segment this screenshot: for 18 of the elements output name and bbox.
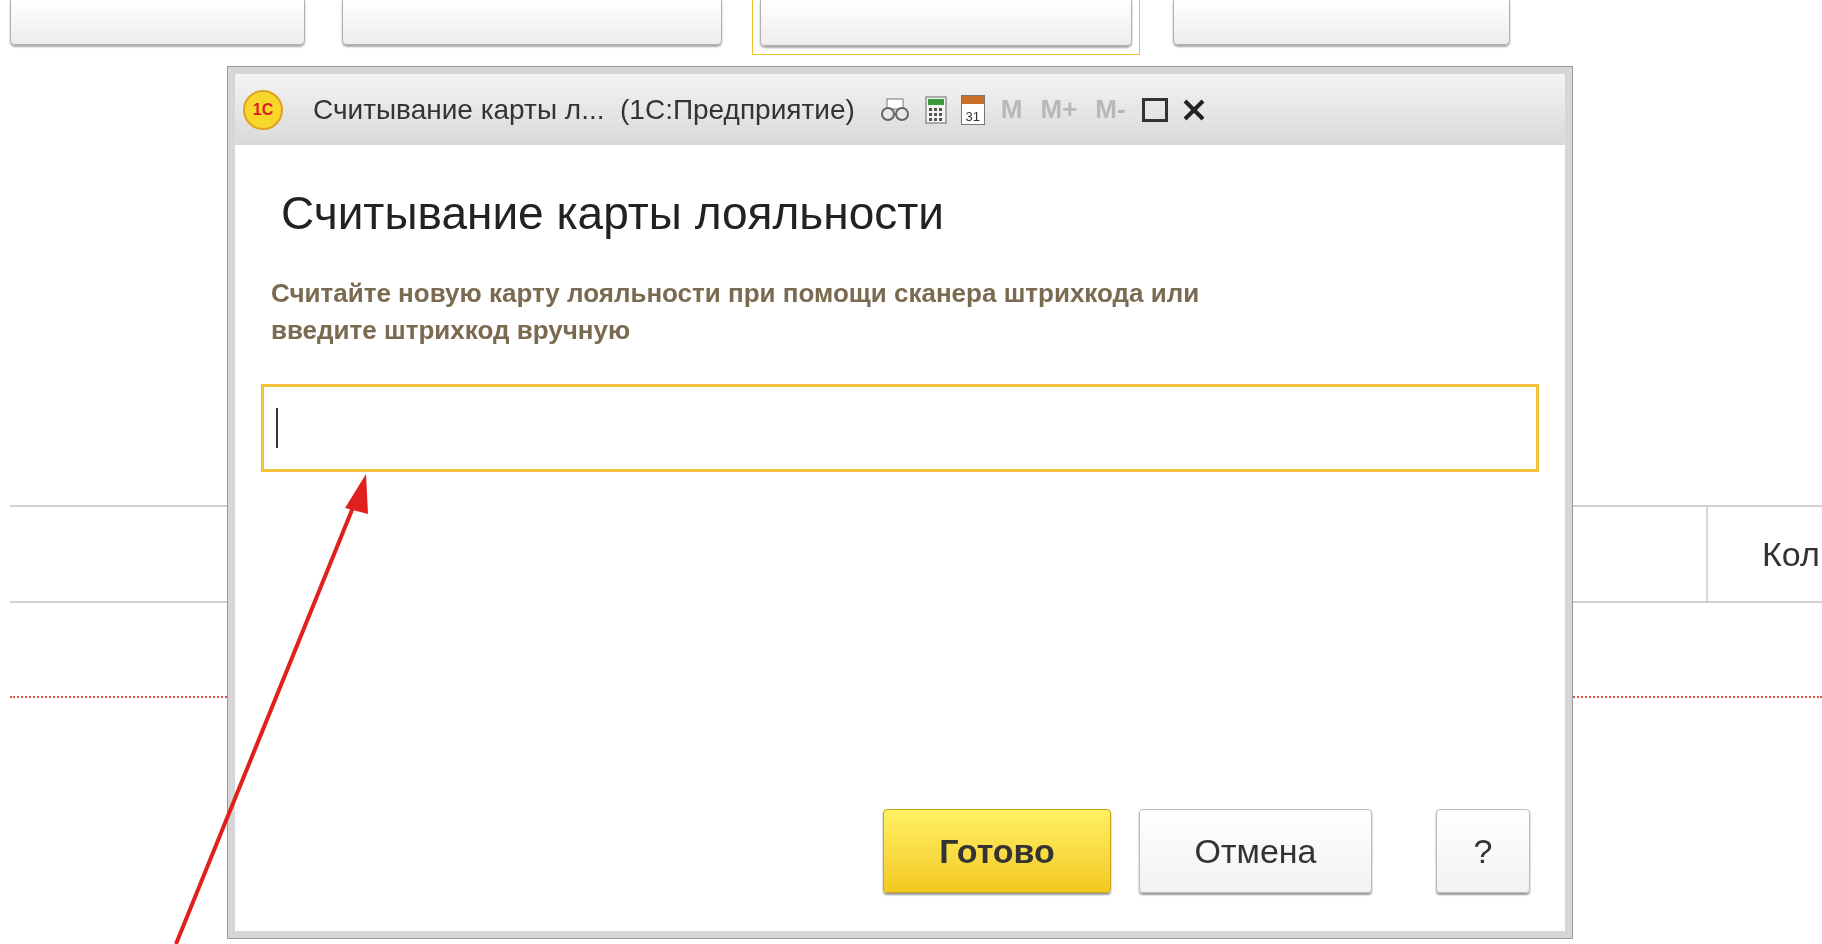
barcode-input[interactable]: [261, 383, 1539, 472]
toolbar-button[interactable]: [752, 0, 1140, 55]
toolbar-button[interactable]: [342, 0, 722, 45]
dialog-button[interactable]: ?: [1436, 809, 1530, 893]
instruction-text: Считайте новую карту лояльности при помощи сканера штрихкода или введите штрихкод вручную: [271, 276, 1201, 348]
calendar-icon[interactable]: 31: [960, 94, 985, 125]
toolbar-button[interactable]: [10, 0, 305, 45]
dialog-button[interactable]: Отмена: [1139, 809, 1372, 893]
dialog-button[interactable]: Готово: [883, 809, 1111, 893]
maximize-icon[interactable]: [1141, 97, 1168, 122]
dialog-heading: Считывание карты лояльности: [281, 186, 946, 241]
close-icon[interactable]: [1181, 97, 1206, 122]
window-title: Считывание карты л... (1С:Предприятие): [313, 92, 855, 127]
table-header-cell: Кол: [1706, 507, 1822, 601]
app-logo: 1С: [243, 89, 283, 130]
calculator-icon[interactable]: [924, 95, 947, 124]
glasses-icon[interactable]: [878, 96, 911, 123]
toolbar-button[interactable]: [1173, 0, 1510, 45]
